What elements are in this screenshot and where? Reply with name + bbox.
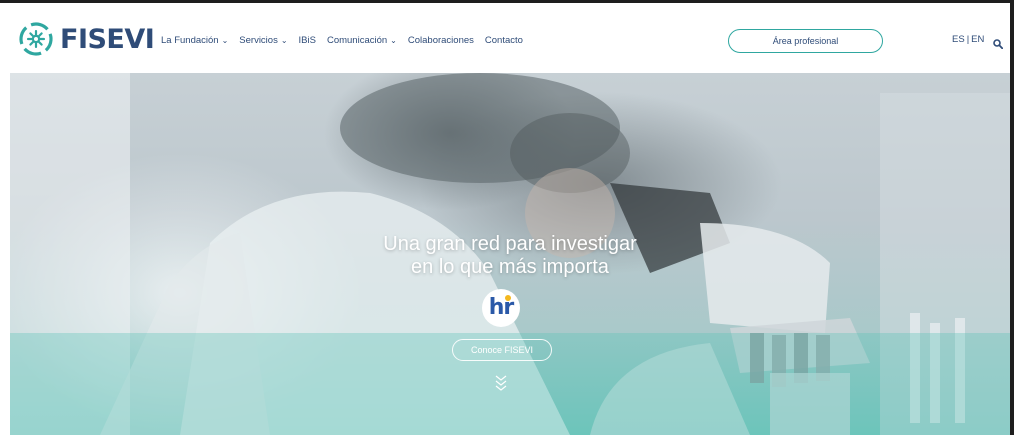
hr-excellence-badge[interactable]: hr xyxy=(482,289,520,327)
search-icon[interactable] xyxy=(993,36,1004,54)
hero-title-line-2: en lo que más importa xyxy=(411,256,609,278)
lang-en-link[interactable]: EN xyxy=(971,34,984,45)
chevron-down-icon: ⌄ xyxy=(390,36,397,45)
hero-title-line-1: Una gran red para investigar xyxy=(383,233,637,255)
site-header: FISEVI La Fundación ⌄ Servicios ⌄ IBiS C… xyxy=(10,3,1010,73)
hero-title: Una gran red para investigar en lo que m… xyxy=(310,233,710,279)
site-logo[interactable]: FISEVI xyxy=(18,21,155,57)
language-switcher: ES | EN xyxy=(952,34,984,45)
chevron-down-icon: ⌄ xyxy=(280,36,288,45)
nav-item-ibis[interactable]: IBiS xyxy=(299,35,316,46)
nav-item-comunicacion[interactable]: Comunicación ⌄ xyxy=(327,35,397,46)
hero-banner: Una gran red para investigar en lo que m… xyxy=(10,73,1010,435)
nav-item-servicios[interactable]: Servicios ⌄ xyxy=(239,35,287,46)
lang-es-link[interactable]: ES xyxy=(952,34,965,45)
nav-item-label: La Fundación xyxy=(161,35,219,46)
conoce-fisevi-button[interactable]: Conoce FISEVI xyxy=(452,339,552,361)
chevron-down-icon: ⌄ xyxy=(221,36,229,45)
window-scrollbar-track[interactable] xyxy=(1010,0,1014,435)
nav-item-label: Servicios xyxy=(239,35,278,46)
lang-separator: | xyxy=(966,34,970,45)
nav-item-label: Colaboraciones xyxy=(407,35,474,46)
nav-item-label: Contacto xyxy=(484,35,523,46)
nav-item-contacto[interactable]: Contacto xyxy=(485,35,523,46)
nav-item-la-fundacion[interactable]: La Fundación ⌄ xyxy=(161,35,228,46)
hr-badge-dot-icon xyxy=(505,295,511,301)
nav-item-label: IBiS xyxy=(298,35,316,46)
nav-item-colaboraciones[interactable]: Colaboraciones xyxy=(408,35,474,46)
double-chevron-down-icon[interactable] xyxy=(494,373,508,396)
fisevi-logo-icon xyxy=(19,22,53,56)
logo-wordmark: FISEVI xyxy=(60,23,155,55)
nav-item-label: Comunicación xyxy=(326,35,388,46)
area-profesional-button[interactable]: Área profesional xyxy=(728,29,883,53)
main-nav: La Fundación ⌄ Servicios ⌄ IBiS Comunica… xyxy=(161,35,534,46)
